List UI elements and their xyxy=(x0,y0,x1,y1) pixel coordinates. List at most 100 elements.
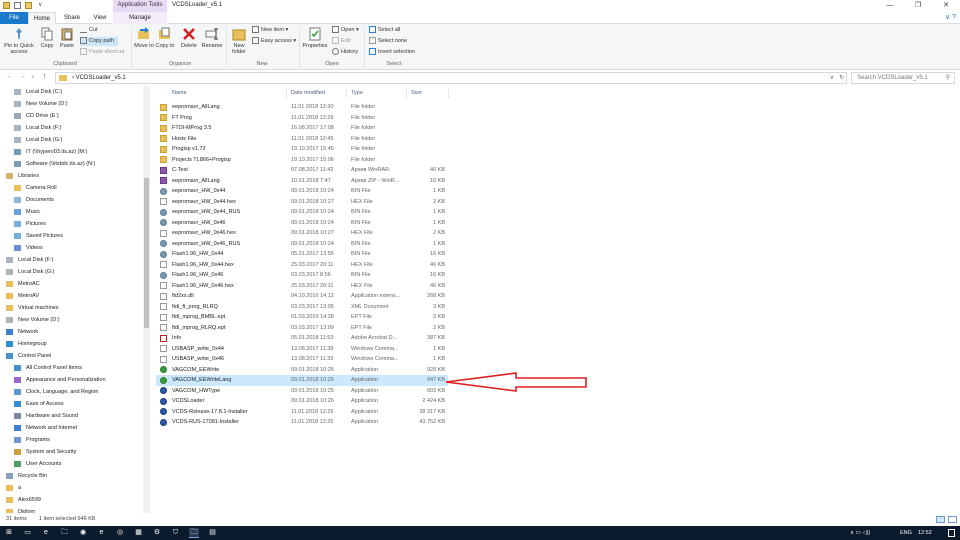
nav-item[interactable]: Local Disk (C:) xyxy=(14,86,62,98)
notifications-icon[interactable] xyxy=(948,529,955,537)
history-button[interactable]: History xyxy=(332,48,358,57)
file-row[interactable]: VAGCOM_EEWrite 09.01.2018 10:25 Applicatio… xyxy=(156,365,448,376)
tab-share[interactable]: Share xyxy=(58,12,86,24)
file-row[interactable]: ftdi_ft_prog_RLRQ 03.03.2017 13:05 XML Doc… xyxy=(156,302,448,313)
file-row[interactable]: eepromavr_AllLang 11.01.2018 12:30 File fo… xyxy=(156,102,448,113)
file-row[interactable]: eepromavr_AllLang 10.01.2018 7:47 Архив ZI… xyxy=(156,176,448,187)
nav-item[interactable]: Appearance and Personalization xyxy=(14,374,106,386)
nav-item[interactable]: MetroAC xyxy=(6,278,40,290)
file-row[interactable]: Flash1.96_HW_0x44 05.01.2017 13:56 BIN Fil… xyxy=(156,249,448,260)
nav-item[interactable]: Control Panel xyxy=(6,350,51,362)
file-row[interactable]: FT Prog 11.01.2018 12:29 File folder xyxy=(156,113,448,124)
nav-item[interactable]: Software (\\itsbdc.its.az) (N:) xyxy=(14,158,95,170)
column-divider[interactable] xyxy=(286,89,287,98)
file-row[interactable]: VAGCOM_EEWriteLang 09.01.2018 10:25 Applic… xyxy=(156,375,448,386)
search-input[interactable]: Search VCDSLoader_v5.1 ⚲ xyxy=(851,72,955,84)
copy-to-button[interactable]: Copy to xyxy=(155,27,175,49)
nav-item[interactable]: User Accounts xyxy=(14,458,61,470)
nav-item[interactable]: Ease of Access xyxy=(14,398,64,410)
xbox-icon[interactable]: ◉ xyxy=(78,528,88,538)
nav-item[interactable]: Local Disk (G:) xyxy=(6,266,54,278)
chrome-icon[interactable]: ◎ xyxy=(115,528,125,538)
tab-view[interactable]: View xyxy=(86,12,114,24)
quick-access-dropdown-icon[interactable]: ∨ xyxy=(38,1,42,8)
explorer-icon[interactable]: 🗀 xyxy=(60,528,70,538)
column-divider[interactable] xyxy=(346,89,347,98)
file-row[interactable]: eepromavr_HW_0x44_RUS 09.01.2018 10:24 BIN… xyxy=(156,207,448,218)
nav-item[interactable]: Hardware and Sound xyxy=(14,410,78,422)
nav-item[interactable]: Saved Pictures xyxy=(14,230,63,242)
nav-item[interactable]: Documents xyxy=(14,194,54,206)
vcds-icon[interactable]: ▦ xyxy=(134,528,144,538)
nav-item[interactable]: Recycle Bin xyxy=(6,470,47,482)
nav-item[interactable]: Homegroup xyxy=(6,338,47,350)
new-item-button[interactable]: New item ▾ xyxy=(252,26,288,35)
nav-item[interactable]: MetroAV xyxy=(6,290,39,302)
nav-item[interactable]: New Volume (D:) xyxy=(6,314,60,326)
nav-item[interactable]: Videos xyxy=(14,242,43,254)
teamviewer-icon[interactable]: ⛉ xyxy=(171,528,181,538)
new-folder-button[interactable]: New folder xyxy=(229,27,249,55)
edge-icon[interactable]: e xyxy=(41,528,51,538)
nav-item[interactable]: All Control Panel Items xyxy=(14,362,82,374)
nav-item[interactable]: Pictures xyxy=(14,218,46,230)
nav-item[interactable]: CD Drive (E:) xyxy=(14,110,59,122)
nav-item[interactable]: Alex6599 xyxy=(6,494,41,506)
nav-item[interactable]: Diplom xyxy=(6,506,35,513)
task-view-icon[interactable]: ▭ xyxy=(23,528,33,538)
nav-item[interactable]: IT (\\hyperv03.its.az) (M:) xyxy=(14,146,87,158)
properties-button[interactable]: Properties xyxy=(302,27,328,49)
nav-item[interactable]: Camera Roll xyxy=(14,182,57,194)
file-row[interactable]: Projects TL866+Progisp 19.10.2017 15:06 Fi… xyxy=(156,155,448,166)
help-icon[interactable]: ∨ ? xyxy=(945,13,956,21)
close-button[interactable]: ✕ xyxy=(932,0,960,12)
nav-item[interactable]: Music xyxy=(14,206,40,218)
file-row[interactable]: eepromavr_HW_0x44.hex 09.01.2018 10:27 HEX… xyxy=(156,197,448,208)
column-divider[interactable] xyxy=(406,89,407,98)
nav-item[interactable]: Clock, Language, and Region xyxy=(14,386,98,398)
nav-item[interactable]: Virtual machines xyxy=(6,302,59,314)
file-row[interactable]: FTDI-MProg 3.5 16.08.2017 17:08 File folde… xyxy=(156,123,448,134)
large-icons-view-icon[interactable] xyxy=(948,516,957,523)
file-row[interactable]: Info 05.01.2018 11:53 Adobe Acrobat D... 38… xyxy=(156,333,448,344)
nav-item[interactable]: a xyxy=(6,482,21,494)
easy-access-button[interactable]: Easy access ▾ xyxy=(252,37,296,46)
file-row[interactable]: eepromavr_HW_0x46.hex 09.01.2018 10:27 HEX… xyxy=(156,228,448,239)
calc-icon[interactable]: ▤ xyxy=(208,528,218,538)
file-row[interactable]: C-Test 07.08.2017 11:42 Архив WinRAR 40 KB xyxy=(156,165,448,176)
nav-item[interactable]: Programs xyxy=(14,434,50,446)
new-folder-quick-icon[interactable] xyxy=(25,2,32,9)
forward-icon[interactable]: → xyxy=(19,73,26,80)
file-row[interactable]: Progisp v1.72 19.10.2017 15:45 File folder xyxy=(156,144,448,155)
column-size[interactable]: Size xyxy=(411,88,422,99)
rename-button[interactable]: Rename xyxy=(201,27,223,49)
ie-icon[interactable]: e xyxy=(97,528,107,538)
nav-item[interactable]: New Volume (D:) xyxy=(14,98,68,110)
column-date-modified[interactable]: Date modified xyxy=(291,88,325,99)
file-row[interactable]: ftd2xx.dll 04.10.2016 14:12 Application ex… xyxy=(156,291,448,302)
back-icon[interactable]: ← xyxy=(6,73,13,80)
up-icon[interactable]: ↑ xyxy=(43,73,47,80)
cut-button[interactable]: Cut xyxy=(80,26,98,35)
file-row[interactable]: ftdi_mprog_BMBL.ept 01.03.2010 14:28 EPT F… xyxy=(156,312,448,323)
column-type[interactable]: Type xyxy=(351,88,363,99)
copy-path-button[interactable]: Copy path xyxy=(80,37,119,46)
edit-button[interactable]: Edit xyxy=(332,37,350,46)
maximize-button[interactable]: ❐ xyxy=(904,0,932,12)
file-row[interactable]: eepromavr_HW_0x46_RUS 09.01.2018 10:24 BIN… xyxy=(156,239,448,250)
select-all-button[interactable]: Select all xyxy=(369,26,400,35)
file-row[interactable]: Flash1.96_HW_0x44.hex 25.03.2017 20:11 HEX… xyxy=(156,260,448,271)
file-row[interactable]: USBASP_write_0x46 13.08.2017 11:39 Windows… xyxy=(156,354,448,365)
nav-item[interactable]: Local Disk (F:) xyxy=(14,122,61,134)
settings-icon[interactable]: ⚙ xyxy=(152,528,162,538)
clock[interactable]: 12:52 xyxy=(918,526,932,540)
recent-locations-icon[interactable]: ∨ xyxy=(31,74,35,80)
file-row[interactable]: eepromavr_HW_0x44 09.01.2018 10:24 BIN Fil… xyxy=(156,186,448,197)
minimize-button[interactable]: — xyxy=(876,0,904,12)
nav-item[interactable]: Network and Internet xyxy=(14,422,77,434)
tab-home[interactable]: Home xyxy=(28,12,56,24)
file-explorer-icon[interactable]: 🗀 xyxy=(189,528,199,538)
address-input[interactable]: › VCDSLoader_v5.1 ∨ ↻ xyxy=(55,72,847,84)
nav-item[interactable]: System and Security xyxy=(14,446,76,458)
folder-icon[interactable] xyxy=(3,2,10,9)
